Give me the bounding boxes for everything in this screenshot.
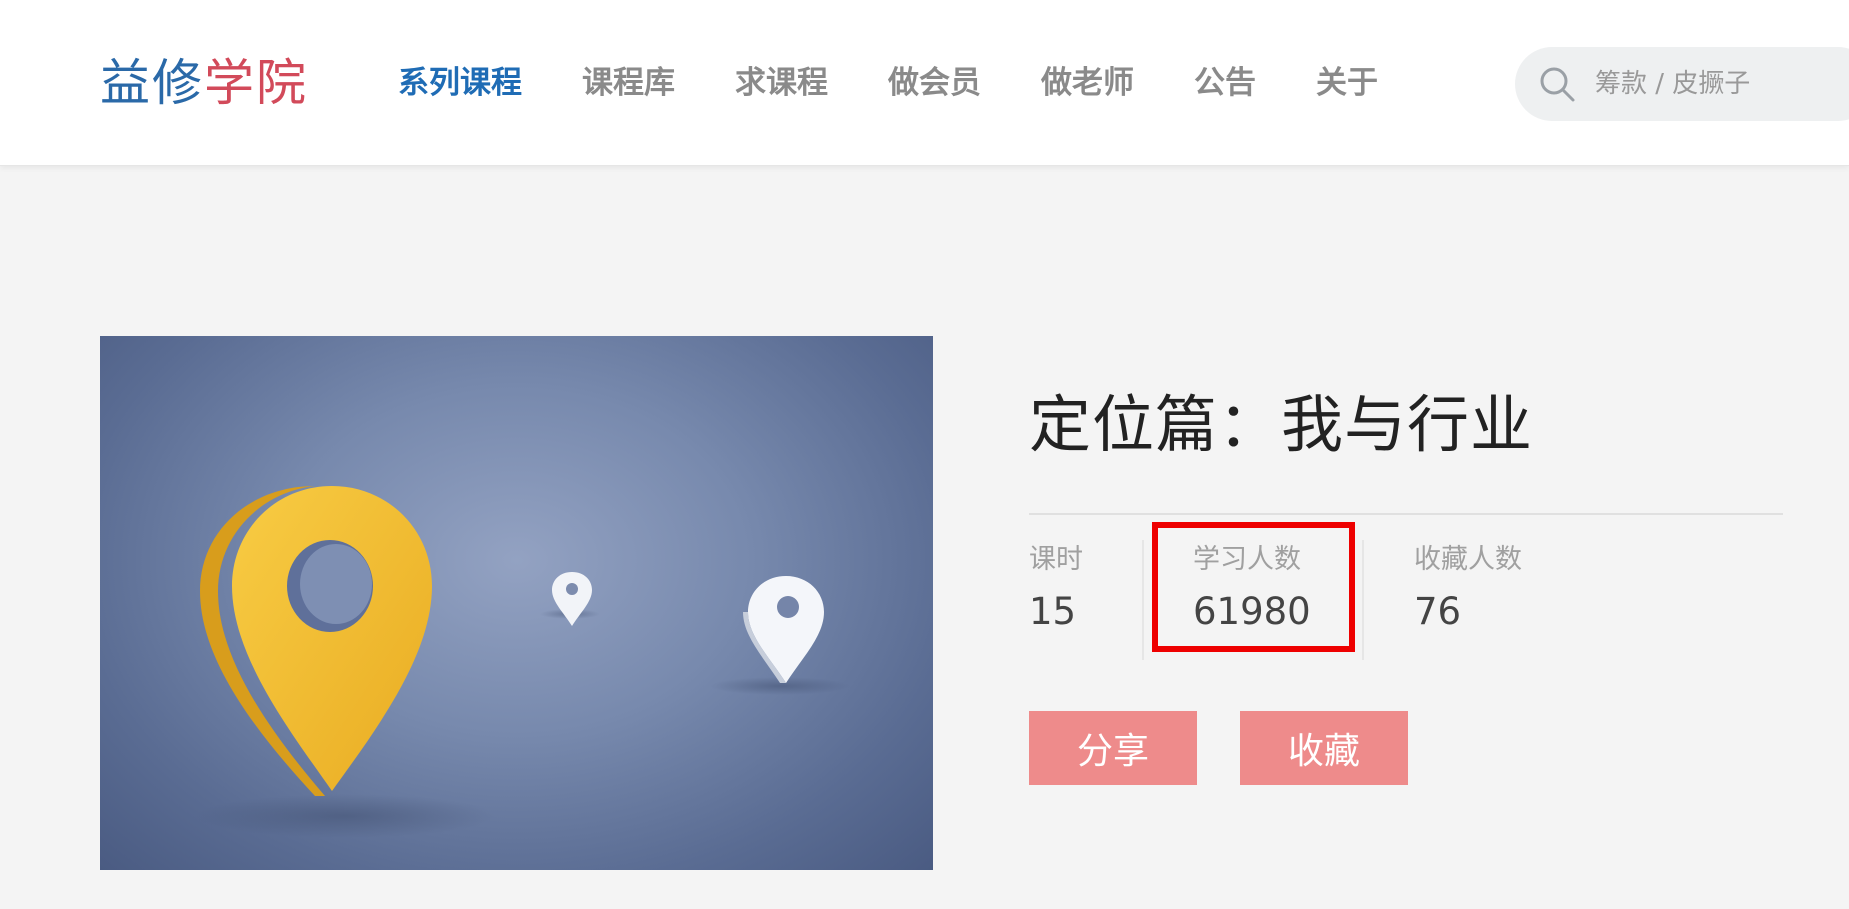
- stat-separator: [1142, 540, 1144, 660]
- top-navigation-bar: 益修学院 系列课程 课程库 求课程 做会员 做老师 公告 关于: [0, 0, 1849, 166]
- search-box[interactable]: [1515, 47, 1849, 121]
- search-input[interactable]: [1593, 68, 1837, 100]
- stat-favorites: 收藏人数 76: [1414, 540, 1522, 640]
- stat-separator: [1362, 540, 1364, 660]
- nav-item-course-library[interactable]: 课程库: [582, 58, 675, 108]
- search-icon[interactable]: [1537, 64, 1577, 104]
- site-logo[interactable]: 益修学院: [100, 50, 308, 116]
- stat-value-lessons: 15: [1029, 590, 1077, 633]
- logo-text-part2: 学院: [204, 54, 308, 112]
- map-pin-icon: [195, 486, 850, 838]
- share-button[interactable]: 分享: [1029, 711, 1197, 785]
- stat-label-favorites: 收藏人数: [1414, 544, 1522, 575]
- stat-lessons: 课时 15: [1029, 540, 1083, 640]
- course-cover-image: [100, 336, 933, 870]
- stat-label-lessons: 课时: [1029, 544, 1083, 575]
- nav-item-about[interactable]: 关于: [1316, 58, 1378, 108]
- divider: [1029, 513, 1783, 515]
- stat-value-favorites: 76: [1414, 590, 1462, 633]
- logo-text-part1: 益修: [100, 54, 204, 112]
- main-nav: 系列课程 课程库 求课程 做会员 做老师 公告 关于: [398, 58, 1438, 108]
- nav-item-announcements[interactable]: 公告: [1194, 58, 1256, 108]
- nav-item-series-courses[interactable]: 系列课程: [398, 58, 522, 108]
- favorite-button[interactable]: 收藏: [1240, 711, 1408, 785]
- nav-item-become-teacher[interactable]: 做老师: [1041, 58, 1134, 108]
- nav-item-request-course[interactable]: 求课程: [735, 58, 828, 108]
- nav-item-become-member[interactable]: 做会员: [888, 58, 981, 108]
- highlight-annotation-box: [1152, 522, 1355, 652]
- course-title: 定位篇：我与行业: [1029, 388, 1534, 461]
